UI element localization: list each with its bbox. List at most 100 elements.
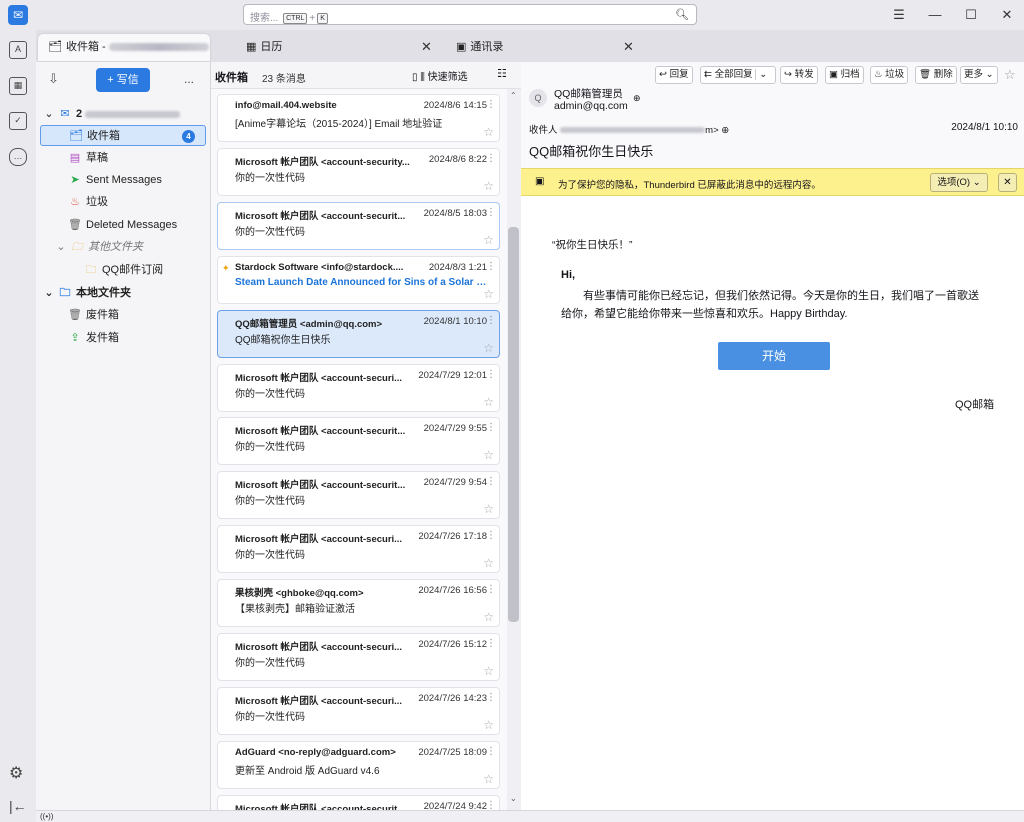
star-icon[interactable]: ☆ xyxy=(483,610,494,624)
more-options-icon[interactable]: ⋮ xyxy=(486,476,496,487)
junk-fire-icon: ♨ xyxy=(70,196,80,208)
reply-all-button[interactable]: ⇇ 全部回复 ⌄ xyxy=(700,66,776,84)
tab-address-book[interactable]: ▣ 通讯录 xyxy=(446,34,646,61)
options-button[interactable]: 选项(O) ⌄ xyxy=(930,173,988,192)
message-card[interactable]: QQ邮箱管理员 <admin@qq.com> 2024/8/1 10:10 ⋮ QQ邮… xyxy=(217,309,500,358)
display-options-icon[interactable]: ☷ xyxy=(497,67,507,80)
message-header: ↩ 回复 ⇇ 全部回复 ⌄ ↪ 转发 ▣ 归档 ♨ 垃圾 🗑 删除 更多 ⌄ ☆… xyxy=(521,62,1024,196)
local-folders-row[interactable]: ⌄ 🗀 本地文件夹 xyxy=(36,283,210,304)
forward-button[interactable]: ↪ 转发 xyxy=(780,66,818,84)
more-options-icon[interactable]: ⋮ xyxy=(486,261,496,272)
hamburger-icon[interactable]: ☰ xyxy=(889,5,909,25)
settings-gear-icon[interactable]: ⚙ xyxy=(9,763,23,783)
global-search-input[interactable]: 搜索... CTRL + K 🔍︎ xyxy=(243,4,697,25)
to-label: 收件人 xyxy=(529,125,558,136)
drafts-icon: ▤ xyxy=(69,152,81,164)
message-card[interactable]: 果核剥壳 <ghboke@qq.com> 2024/7/26 16:56 ⋮ 【果核剥… xyxy=(217,579,500,628)
more-options-icon[interactable]: ⋮ xyxy=(486,638,496,649)
message-card[interactable]: Microsoft 帐户团队 <account-securit... 2024/8… xyxy=(217,201,500,250)
more-options-icon[interactable]: ⋮ xyxy=(486,99,496,110)
close-tab-icon[interactable]: ✕ xyxy=(623,39,634,55)
folder-junk[interactable]: ♨ 垃圾 xyxy=(36,192,210,213)
scrollbar-thumb[interactable] xyxy=(508,227,519,622)
more-options-icon[interactable]: ⋮ xyxy=(486,530,496,541)
write-button[interactable]: + 写信 xyxy=(96,68,150,92)
star-icon[interactable]: ☆ xyxy=(483,179,494,193)
message-card[interactable]: AdGuard <no-reply@adguard.com> 2024/7/25 … xyxy=(217,740,500,789)
message-subject: 你的一次性代码 xyxy=(235,711,305,723)
chat-icon[interactable]: … xyxy=(9,148,27,166)
scroll-down-icon[interactable]: ⌄ xyxy=(510,794,517,803)
message-card[interactable]: Microsoft 帐户团队 <account-securi... 2024/7/… xyxy=(217,363,500,412)
more-options-icon[interactable]: ⋮ xyxy=(486,315,496,326)
thunderbird-icon[interactable]: ✉ xyxy=(8,5,28,25)
star-icon[interactable]: ☆ xyxy=(483,125,494,139)
more-options-icon[interactable]: ⋮ xyxy=(486,800,496,810)
star-icon[interactable]: ☆ xyxy=(483,556,494,570)
star-icon[interactable]: ☆ xyxy=(483,772,494,786)
folder-outbox[interactable]: ⇪ 发件箱 xyxy=(36,328,210,349)
reply-button[interactable]: ↩ 回复 xyxy=(655,66,693,84)
close-tab-icon[interactable]: ✕ xyxy=(421,39,432,55)
more-options-icon[interactable]: ⋮ xyxy=(486,369,496,380)
more-options-icon[interactable]: ⋮ xyxy=(486,746,496,757)
collapse-icon[interactable]: |← xyxy=(9,798,27,814)
junk-button[interactable]: ♨ 垃圾 xyxy=(870,66,909,84)
folder-sent[interactable]: ➤ Sent Messages xyxy=(36,170,210,191)
contact-add-icon[interactable]: ⊕ xyxy=(721,125,729,136)
folder-deleted[interactable]: 🗑 Deleted Messages xyxy=(36,215,210,236)
star-icon[interactable]: ☆ xyxy=(483,395,494,409)
star-icon[interactable]: ☆ xyxy=(483,502,494,516)
more-options-icon[interactable]: ⋮ xyxy=(486,207,496,218)
inbox-icon: 🗂 xyxy=(48,41,62,53)
start-button[interactable]: 开始 xyxy=(718,342,830,370)
star-icon[interactable]: ☆ xyxy=(483,233,494,247)
close-icon[interactable]: ✕ xyxy=(997,5,1017,25)
folder-icon: 🗀 xyxy=(85,264,97,276)
message-card[interactable]: ✦ Stardock Software <info@stardock.... 202… xyxy=(217,255,500,304)
delete-button[interactable]: 🗑 删除 xyxy=(915,66,957,84)
star-icon[interactable]: ☆ xyxy=(1004,67,1016,83)
quick-filter-button[interactable]: ▯ ⫼ 快速筛选 xyxy=(412,68,468,83)
more-options-icon[interactable]: ⋮ xyxy=(486,584,496,595)
message-card[interactable]: info@mail.404.website 2024/8/6 14:15 ⋮ [Ani… xyxy=(217,94,500,142)
folder-other[interactable]: ⌄ 🗀 其他文件夹 xyxy=(36,237,210,258)
search-icon[interactable]: 🔍︎ xyxy=(675,8,689,21)
maximize-icon[interactable]: ☐ xyxy=(961,5,981,25)
address-book-icon[interactable]: A xyxy=(9,41,27,59)
spaces-toolbar: A ▦ ✓ … ⚙ |← xyxy=(0,30,36,822)
more-button[interactable]: 更多 ⌄ xyxy=(960,66,998,84)
message-pane: ↩ 回复 ⇇ 全部回复 ⌄ ↪ 转发 ▣ 归档 ♨ 垃圾 🗑 删除 更多 ⌄ ☆… xyxy=(521,62,1024,810)
get-messages-icon[interactable]: ⇩ xyxy=(48,71,59,87)
more-options-icon[interactable]: ⋮ xyxy=(486,422,496,433)
message-card[interactable]: Microsoft 帐户团队 <account-securit... 2024/7… xyxy=(217,417,500,466)
calendar-icon[interactable]: ▦ xyxy=(9,77,27,95)
tasks-icon[interactable]: ✓ xyxy=(9,112,27,130)
minimize-icon[interactable]: — xyxy=(925,5,945,25)
scroll-up-icon[interactable]: ⌃ xyxy=(510,91,517,100)
account-row[interactable]: ⌄ ✉ 2 xyxy=(36,104,210,125)
star-icon[interactable]: ☆ xyxy=(483,287,494,301)
tab-calendar[interactable]: ▦ 日历 xyxy=(236,34,436,61)
star-icon[interactable]: ☆ xyxy=(483,664,494,678)
folder-local-trash[interactable]: 🗑 废件箱 xyxy=(36,305,210,326)
star-icon[interactable]: ☆ xyxy=(483,718,494,732)
star-icon[interactable]: ☆ xyxy=(483,448,494,462)
message-card[interactable]: Microsoft 帐户团队 <account-securit... 2024/7… xyxy=(217,471,500,520)
message-card[interactable]: Microsoft 帐户团队 <account-security... 2024/… xyxy=(217,147,500,196)
contact-add-icon[interactable]: ⊕ xyxy=(633,93,641,104)
folder-inbox[interactable]: 🗂 收件箱 4 xyxy=(40,125,206,146)
message-card[interactable]: Microsoft 帐户团队 <account-securi... 2024/7/… xyxy=(217,633,500,681)
message-card[interactable]: Microsoft 帐户团队 <account-securit... 2024/7… xyxy=(217,794,500,810)
tab-inbox[interactable]: 🗂 收件箱 - xyxy=(38,34,210,61)
archive-button[interactable]: ▣ 归档 xyxy=(825,66,864,84)
star-icon[interactable]: ☆ xyxy=(483,341,494,355)
more-options-icon[interactable]: ⋮ xyxy=(486,692,496,703)
folder-drafts[interactable]: ▤ 草稿 xyxy=(36,148,210,169)
folder-qq-subscription[interactable]: 🗀 QQ邮件订阅 xyxy=(36,260,210,281)
close-icon[interactable]: ✕ xyxy=(998,173,1017,192)
more-options-icon[interactable]: ⋮ xyxy=(486,153,496,164)
message-card[interactable]: Microsoft 帐户团队 <account-securi... 2024/7/… xyxy=(217,686,500,735)
folder-pane-menu-button[interactable]: ... xyxy=(184,72,194,86)
message-card[interactable]: Microsoft 帐户团队 <account-securi... 2024/7/… xyxy=(217,525,500,574)
